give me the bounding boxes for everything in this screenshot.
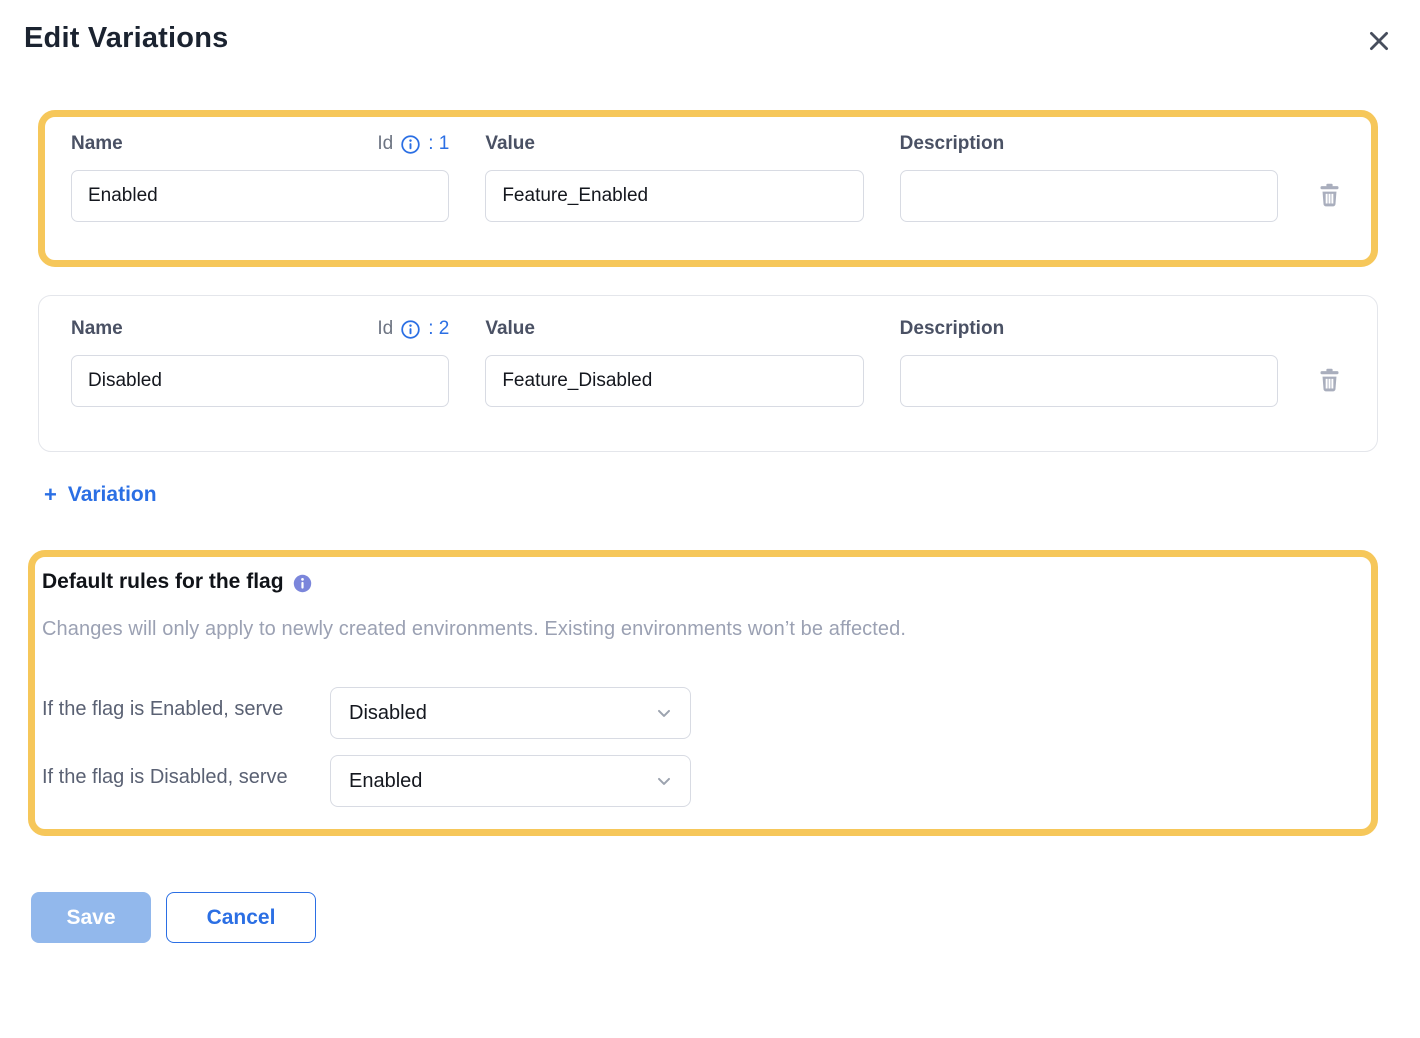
selected-variation: Disabled [349, 702, 427, 725]
chevron-down-icon [654, 703, 674, 723]
rule-row-enabled: If the flag is Enabled, serve Disabled [42, 687, 1351, 739]
variation-2-value-column: Value [485, 317, 863, 407]
id-value: : 1 [428, 133, 449, 155]
name-label: Name [71, 133, 123, 155]
variation-value-input[interactable] [485, 170, 863, 222]
id-label: Id [377, 318, 393, 340]
add-variation-button[interactable]: + Variation [44, 482, 157, 508]
default-rules-section: Default rules for the flag Changes will … [28, 550, 1378, 836]
info-icon[interactable] [400, 134, 421, 155]
cancel-button[interactable]: Cancel [166, 892, 316, 943]
serve-when-enabled-select[interactable]: Disabled [330, 687, 691, 739]
rule-label: If the flag is Disabled, serve [42, 755, 330, 793]
variation-2-description-column: Description [900, 317, 1278, 407]
variation-id: Id : 1 [377, 133, 449, 155]
page-title: Edit Variations [24, 22, 228, 55]
value-label: Value [485, 318, 535, 340]
variation-card-2: Name Id : 2 [38, 295, 1378, 452]
close-icon[interactable] [1362, 24, 1396, 58]
plus-icon: + [44, 482, 57, 508]
default-rules-note: Changes will only apply to newly created… [42, 618, 1351, 641]
value-label: Value [485, 133, 535, 155]
variation-card-1: Name Id : 1 [38, 110, 1378, 267]
rule-label: If the flag is Enabled, serve [42, 687, 330, 725]
variation-2-name-column: Name Id : 2 [71, 317, 449, 407]
rule-row-disabled: If the flag is Disabled, serve Enabled [42, 755, 1351, 807]
default-rules-title: Default rules for the flag [42, 570, 284, 594]
add-variation-label: Variation [68, 483, 157, 507]
variation-1-description-column: Description [900, 132, 1278, 222]
description-label: Description [900, 318, 1005, 340]
variation-description-input[interactable] [900, 170, 1278, 222]
trash-icon[interactable] [1314, 364, 1345, 395]
serve-when-disabled-select[interactable]: Enabled [330, 755, 691, 807]
trash-icon[interactable] [1314, 179, 1345, 210]
info-icon[interactable] [400, 319, 421, 340]
save-button[interactable]: Save [31, 892, 151, 943]
edit-variations-dialog: Edit Variations Name Id [0, 0, 1420, 1038]
id-label: Id [377, 133, 393, 155]
variation-description-input[interactable] [900, 355, 1278, 407]
dialog-header: Edit Variations [24, 22, 1396, 58]
variation-1-name-column: Name Id : 1 [71, 132, 449, 222]
variation-1-delete [1314, 132, 1345, 222]
chevron-down-icon [654, 771, 674, 791]
dialog-footer: Save Cancel [31, 892, 1396, 943]
variation-value-input[interactable] [485, 355, 863, 407]
variation-name-input[interactable] [71, 170, 449, 222]
variation-2-delete [1314, 317, 1345, 407]
info-filled-icon[interactable] [293, 574, 312, 593]
description-label: Description [900, 133, 1005, 155]
name-label: Name [71, 318, 123, 340]
selected-variation: Enabled [349, 770, 422, 793]
variation-name-input[interactable] [71, 355, 449, 407]
id-value: : 2 [428, 318, 449, 340]
variation-id: Id : 2 [377, 318, 449, 340]
variation-1-value-column: Value [485, 132, 863, 222]
